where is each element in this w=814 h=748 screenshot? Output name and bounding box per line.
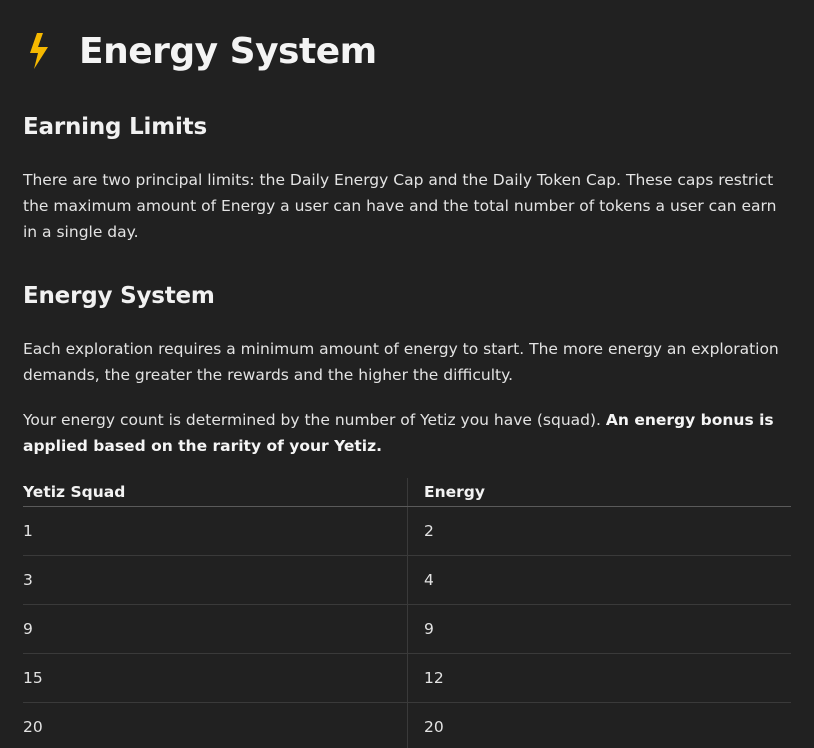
table-cell-energy: 9 <box>407 604 791 654</box>
earning-limits-heading: Earning Limits <box>23 114 207 140</box>
table-header-row: Yetiz Squad Energy <box>23 478 791 507</box>
table-cell-energy: 2 <box>407 506 791 556</box>
table-cell-energy: 4 <box>407 555 791 605</box>
table-cell-squad: 9 <box>23 604 408 654</box>
energy-system-heading: Energy System <box>23 283 215 309</box>
table-row: 15 12 <box>23 653 791 703</box>
energy-system-paragraph-1: Each exploration requires a minimum amou… <box>23 340 779 384</box>
table-row: 20 20 <box>23 702 791 748</box>
table-row: 3 4 <box>23 555 791 605</box>
table-cell-energy: 20 <box>407 702 791 748</box>
table-cell-energy: 12 <box>407 653 791 703</box>
table-row: 1 2 <box>23 506 791 556</box>
energy-system-paragraph-2: Your energy count is determined by the n… <box>23 407 791 459</box>
column-header-yetiz-squad: Yetiz Squad <box>23 478 408 507</box>
paragraph-plain-text: Your energy count is determined by the n… <box>23 411 606 429</box>
page-header: Energy System <box>23 26 377 76</box>
table-row: 9 9 <box>23 604 791 654</box>
energy-table: Yetiz Squad Energy 1 2 3 4 9 9 15 12 20 <box>23 478 791 748</box>
earning-limits-paragraph: There are two principal limits: the Dail… <box>23 171 777 241</box>
table-cell-squad: 15 <box>23 653 408 703</box>
page-title: Energy System <box>79 30 377 72</box>
lightning-bolt-icon <box>23 31 57 71</box>
table-cell-squad: 1 <box>23 506 408 556</box>
column-header-energy: Energy <box>407 478 791 507</box>
table-cell-squad: 20 <box>23 702 408 748</box>
table-cell-squad: 3 <box>23 555 408 605</box>
document-page: Energy System Earning Limits There are t… <box>0 0 814 748</box>
